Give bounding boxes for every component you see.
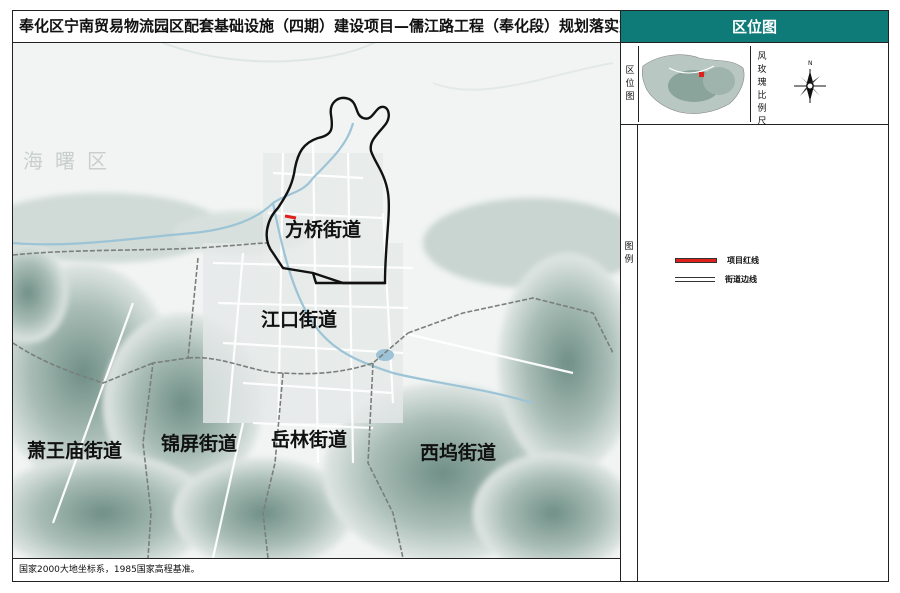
north-icon: N <box>808 60 813 67</box>
legend-label: 图例 <box>624 242 634 265</box>
location-map <box>638 46 751 122</box>
double-line-icon <box>675 277 715 282</box>
place-xiaowangmiao: 萧王庙街道 <box>27 440 123 462</box>
map-graphic <box>13 43 620 558</box>
red-line-icon <box>675 258 717 263</box>
legend-item-boundary: 街道边线 <box>675 274 757 285</box>
coordinate-note: 国家2000大地坐标系，1985国家高程基准。 <box>13 558 621 581</box>
location-label: 区位图 <box>625 66 635 102</box>
legend-item-label: 项目红线 <box>727 256 759 265</box>
rose-scale-label: 风玫瑰比例尺 <box>757 52 767 127</box>
place-haishu: 海曙区 <box>23 149 119 173</box>
map-view[interactable]: 海曙区 方桥街道 江口街道 萧王庙街道 锦屏街道 岳林街道 西坞街道 <box>13 43 621 558</box>
legend-item-label: 街道边线 <box>725 275 757 284</box>
drawing-title: 奉化区宁南贸易物流园区配套基础设施（四期）建设项目—儒江路工程（奉化段）规划落实… <box>13 11 621 43</box>
drawing-frame: 奉化区宁南贸易物流园区配套基础设施（四期）建设项目—儒江路工程（奉化段）规划落实… <box>12 10 889 582</box>
right-panel: 区位图 区位图 风玫瑰比例尺 N 图 例 项目红线 街道边线 <box>621 11 888 581</box>
legend-label-col: 图例 <box>621 125 638 581</box>
place-yuelin: 岳林街道 <box>271 429 348 451</box>
legend-item-project: 项目红线 <box>675 255 759 266</box>
panel-header: 区位图 <box>621 11 888 43</box>
place-jinping: 锦屏街道 <box>161 433 238 455</box>
legend-row: 图例 项目红线 街道边线 <box>621 125 888 581</box>
place-jiangkou: 江口街道 <box>261 309 338 331</box>
wind-rose: N <box>770 43 888 125</box>
place-fangqiao: 方桥街道 <box>285 219 362 241</box>
location-row: 区位图 风玫瑰比例尺 N <box>621 43 888 127</box>
place-xiwu: 西坞街道 <box>420 442 497 464</box>
